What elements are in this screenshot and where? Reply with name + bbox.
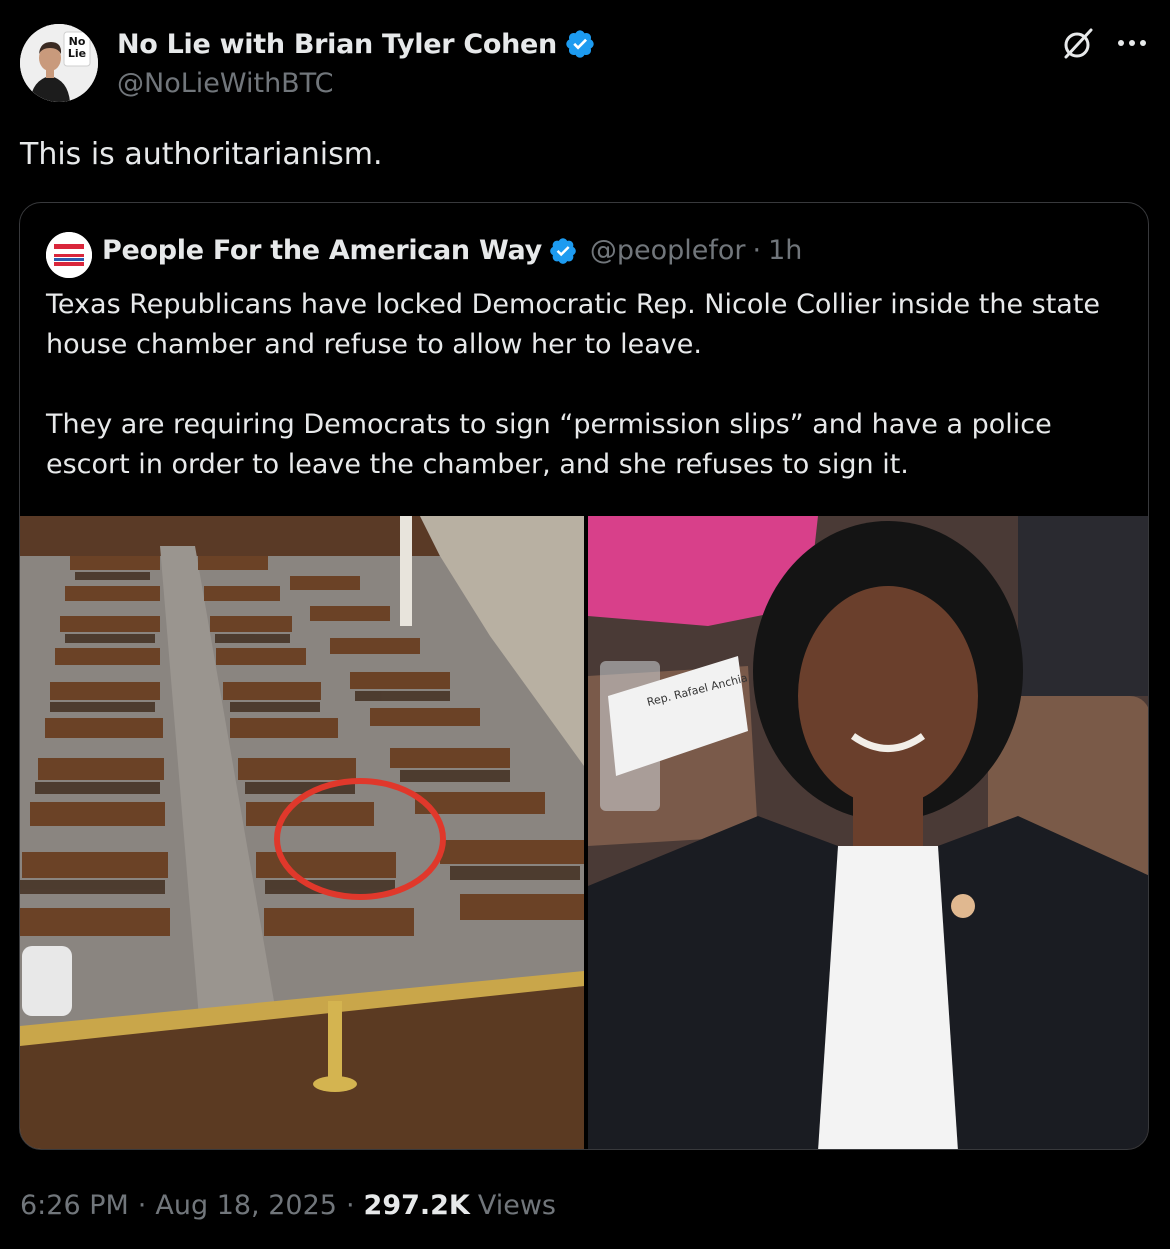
house-chamber-photo[interactable] (20, 516, 584, 1149)
quoted-header: People For the American Way @peoplefor ·… (102, 235, 802, 266)
verified-badge-icon (566, 30, 594, 58)
quoted-timestamp[interactable]: 1h (768, 235, 802, 266)
author-name-row[interactable]: No Lie with Brian Tyler Cohen (117, 28, 596, 60)
chamber-illustration (20, 516, 584, 1149)
quoted-verified-badge-icon (550, 237, 576, 264)
author-avatar[interactable]: No Lie (20, 24, 98, 102)
tweet-text: This is authoritarianism. (20, 137, 383, 172)
avatar-photo: No Lie (20, 24, 98, 102)
quoted-author-handle[interactable]: @peoplefor (590, 235, 746, 266)
svg-text:Lie: Lie (68, 47, 86, 60)
quoted-separator: · (752, 235, 762, 266)
quoted-paragraph-1: Texas Republicans have locked Democratic… (46, 289, 1101, 360)
portrait-illustration: Rep. Rafael Anchia (588, 516, 1148, 1149)
views-label: Views (477, 1190, 556, 1221)
portrait-photo[interactable]: Rep. Rafael Anchia (588, 516, 1148, 1149)
grok-icon[interactable] (1060, 26, 1096, 62)
quoted-tweet-card[interactable]: People For the American Way @peoplefor ·… (19, 202, 1149, 1150)
quoted-media: Rep. Rafael Anchia (20, 516, 1148, 1149)
quoted-author-name[interactable]: People For the American Way (102, 235, 542, 266)
post-date[interactable]: Aug 18, 2025 (155, 1190, 337, 1221)
footer-separator: · (137, 1190, 147, 1221)
author-name[interactable]: No Lie with Brian Tyler Cohen (117, 29, 557, 60)
tweet-footer: 6:26 PM · Aug 18, 2025 · 297.2K Views (20, 1190, 556, 1221)
footer-separator: · (345, 1190, 355, 1221)
quoted-paragraph-2: They are requiring Democrats to sign “pe… (46, 409, 1052, 480)
quoted-body: Texas Republicans have locked Democratic… (46, 285, 1126, 485)
more-options-icon[interactable] (1113, 25, 1151, 61)
quoted-avatar[interactable] (46, 232, 92, 278)
author-handle[interactable]: @NoLieWithBTC (117, 68, 333, 99)
pfaw-logo-icon (46, 232, 92, 278)
views-count: 297.2K (363, 1190, 470, 1221)
post-time[interactable]: 6:26 PM (20, 1190, 129, 1221)
